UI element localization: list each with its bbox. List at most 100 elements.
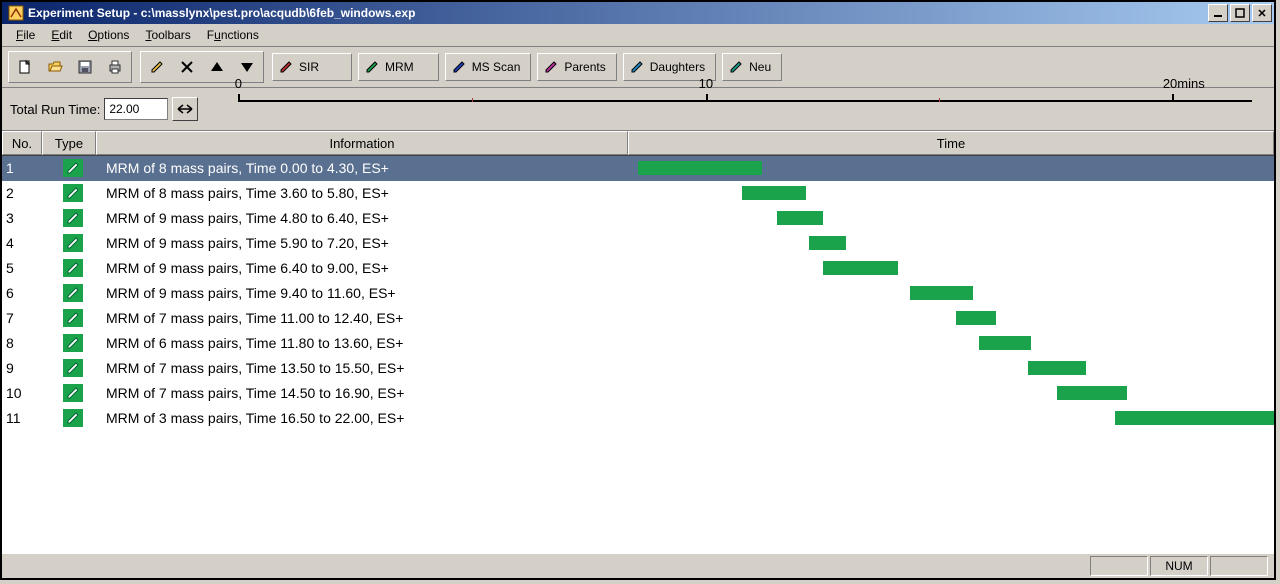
- header-info[interactable]: Information: [96, 131, 628, 155]
- menu-options[interactable]: Options: [80, 26, 137, 44]
- close-button[interactable]: [1252, 4, 1272, 22]
- row-number: 5: [2, 260, 46, 276]
- maximize-button[interactable]: [1230, 4, 1250, 22]
- row-number: 10: [2, 385, 46, 401]
- status-panel-empty2: [1210, 556, 1268, 576]
- time-bar[interactable]: [809, 236, 847, 250]
- time-bar[interactable]: [777, 211, 823, 225]
- table-row[interactable]: 5 MRM of 9 mass pairs, Time 6.40 to 9.00,…: [2, 256, 1274, 281]
- table-row[interactable]: 4 MRM of 9 mass pairs, Time 5.90 to 7.20,…: [2, 231, 1274, 256]
- msscan-button[interactable]: MS Scan: [445, 53, 532, 81]
- save-icon: [77, 59, 93, 75]
- table-row[interactable]: 11 MRM of 3 mass pairs, Time 16.50 to 22.…: [2, 406, 1274, 431]
- table-row[interactable]: 7MRM of 7 mass pairs, Time 11.00 to 12.4…: [2, 306, 1274, 331]
- status-panel-empty1: [1090, 556, 1148, 576]
- table-row[interactable]: 8MRM of 6 mass pairs, Time 11.80 to 13.6…: [2, 331, 1274, 356]
- open-folder-icon: [47, 59, 63, 75]
- mrm-type-icon: [63, 309, 83, 327]
- time-bar[interactable]: [956, 311, 996, 325]
- time-bar[interactable]: [638, 161, 762, 175]
- menu-edit[interactable]: Edit: [43, 26, 80, 44]
- new-button[interactable]: [10, 53, 40, 81]
- table-row[interactable]: 10MRM of 7 mass pairs, Time 14.50 to 16.…: [2, 381, 1274, 406]
- time-bar[interactable]: [1028, 361, 1086, 375]
- row-number: 3: [2, 210, 46, 226]
- table-row[interactable]: 2MRM of 8 mass pairs, Time 3.60 to 5.80,…: [2, 181, 1274, 206]
- row-info: MRM of 8 mass pairs, Time 0.00 to 4.30, …: [100, 160, 638, 176]
- row-type: [46, 234, 100, 252]
- mrm-label: MRM: [385, 60, 414, 74]
- runtime-label: Total Run Time:: [10, 102, 100, 117]
- mrm-button[interactable]: MRM: [358, 53, 439, 81]
- status-num: NUM: [1150, 556, 1208, 576]
- time-bar[interactable]: [979, 336, 1031, 350]
- minimize-button[interactable]: [1208, 4, 1228, 22]
- delete-button[interactable]: [172, 53, 202, 81]
- toolbar-group-edit: [140, 51, 264, 83]
- time-bar[interactable]: [1057, 386, 1126, 400]
- sir-button[interactable]: SIR: [272, 53, 352, 81]
- open-button[interactable]: [40, 53, 70, 81]
- ruler-tick-0: 0: [235, 76, 242, 91]
- pencil-icon: [544, 60, 558, 74]
- pencil-icon: [729, 60, 743, 74]
- row-info: MRM of 3 mass pairs, Time 16.50 to 22.00…: [100, 410, 638, 426]
- row-info: MRM of 9 mass pairs, Time 4.80 to 6.40, …: [100, 210, 638, 226]
- save-button[interactable]: [70, 53, 100, 81]
- header-type[interactable]: Type: [42, 131, 96, 155]
- mrm-type-icon: [63, 259, 83, 277]
- mrm-type-icon: [63, 334, 83, 352]
- title-bar: Experiment Setup - c:\masslynx\pest.pro\…: [2, 2, 1274, 24]
- table-row[interactable]: 9MRM of 7 mass pairs, Time 13.50 to 15.5…: [2, 356, 1274, 381]
- edit-button[interactable]: [142, 53, 172, 81]
- header-no[interactable]: No.: [2, 131, 42, 155]
- row-info: MRM of 8 mass pairs, Time 3.60 to 5.80, …: [100, 185, 638, 201]
- time-ruler: 0 10 20mins: [238, 94, 1266, 124]
- mrm-type-icon: [63, 359, 83, 377]
- time-bar[interactable]: [823, 261, 898, 275]
- time-bar[interactable]: [910, 286, 974, 300]
- row-info: MRM of 9 mass pairs, Time 6.40 to 9.00, …: [100, 260, 638, 276]
- row-number: 11: [2, 410, 46, 426]
- grid-body: 1MRM of 8 mass pairs, Time 0.00 to 4.30,…: [2, 156, 1274, 553]
- neutral-button[interactable]: Neu: [722, 53, 782, 81]
- row-info: MRM of 9 mass pairs, Time 9.40 to 11.60,…: [100, 285, 638, 301]
- menu-file[interactable]: File: [8, 26, 43, 44]
- row-info: MRM of 7 mass pairs, Time 13.50 to 15.50…: [100, 360, 638, 376]
- mrm-type-icon: [63, 184, 83, 202]
- new-icon: [17, 59, 33, 75]
- print-button[interactable]: [100, 53, 130, 81]
- move-up-button[interactable]: [202, 53, 232, 81]
- print-icon: [107, 59, 123, 75]
- parents-button[interactable]: Parents: [537, 53, 616, 81]
- row-number: 4: [2, 235, 46, 251]
- row-type: [46, 209, 100, 227]
- time-bar[interactable]: [742, 186, 806, 200]
- row-number: 8: [2, 335, 46, 351]
- table-row[interactable]: 3 MRM of 9 mass pairs, Time 4.80 to 6.40,…: [2, 206, 1274, 231]
- ruler-tick-20: 20mins: [1163, 76, 1205, 91]
- row-type: [46, 284, 100, 302]
- row-type: [46, 409, 100, 427]
- mrm-type-icon: [63, 284, 83, 302]
- table-row[interactable]: 6MRM of 9 mass pairs, Time 9.40 to 11.60…: [2, 281, 1274, 306]
- row-type: [46, 259, 100, 277]
- header-time[interactable]: Time: [628, 131, 1274, 155]
- runtime-input[interactable]: [104, 98, 168, 120]
- table-row[interactable]: 1MRM of 8 mass pairs, Time 0.00 to 4.30,…: [2, 156, 1274, 181]
- mrm-type-icon: [63, 234, 83, 252]
- time-bar[interactable]: [1115, 411, 1274, 425]
- resize-horizontal-icon: [177, 103, 193, 115]
- toolbar: SIR MRM MS Scan Parents Daughters Neu: [2, 47, 1274, 88]
- menu-toolbars[interactable]: Toolbars: [137, 26, 198, 44]
- row-info: MRM of 7 mass pairs, Time 11.00 to 12.40…: [100, 310, 638, 326]
- triangle-down-icon: [239, 59, 255, 75]
- fit-time-button[interactable]: [172, 97, 198, 121]
- row-time-cell: [638, 306, 1274, 330]
- menu-bar: File Edit Options Toolbars Functions: [2, 24, 1274, 47]
- row-info: MRM of 9 mass pairs, Time 5.90 to 7.20, …: [100, 235, 638, 251]
- menu-functions[interactable]: Functions: [199, 26, 267, 44]
- row-time-cell: [638, 231, 1274, 255]
- parents-label: Parents: [564, 60, 605, 74]
- mrm-type-icon: [63, 384, 83, 402]
